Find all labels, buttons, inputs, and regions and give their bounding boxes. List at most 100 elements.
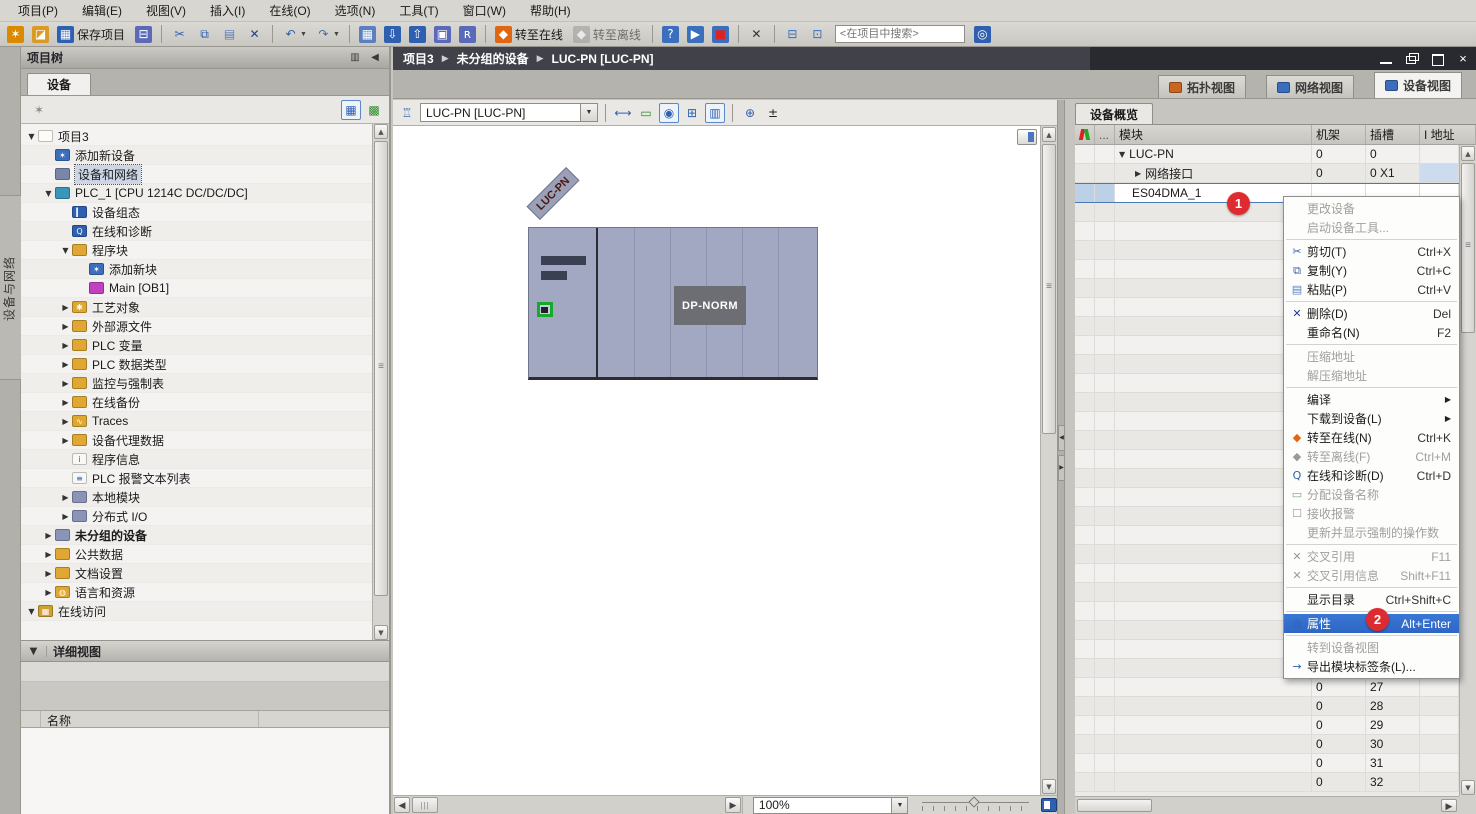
hscroll-thumb[interactable] [1077, 799, 1152, 812]
expander-closed-icon[interactable]: ▶ [59, 512, 72, 521]
tree-item-设备和网络[interactable]: 设备和网络 [21, 165, 389, 184]
menu-item-rename[interactable]: 重命名(N)F2 [1284, 323, 1459, 342]
go-offline-button[interactable]: ◆转至离线 [570, 24, 646, 45]
tree-item-本地模块[interactable]: ▶本地模块 [21, 488, 389, 507]
expander-open-icon[interactable]: ▼ [1119, 150, 1125, 159]
device-name-tag[interactable]: LUC-PN [526, 167, 579, 220]
expander-open-icon[interactable]: ▼ [25, 607, 38, 616]
go-online-button[interactable]: ◆转至在线 [492, 24, 568, 45]
menu-item-paste[interactable]: ▤粘贴(P)Ctrl+V [1284, 280, 1459, 299]
module-column-header[interactable]: 模块 [1115, 125, 1312, 144]
search-input[interactable] [835, 25, 965, 43]
menu-item-export-module-labels[interactable]: →导出模块标签条(L)... [1284, 657, 1459, 676]
chevron-down-icon[interactable]: ▼ [333, 31, 340, 38]
slot-column-header[interactable]: 插槽 [1366, 125, 1420, 144]
menu-help[interactable]: 帮助(H) [518, 0, 583, 21]
tree-item-Main [OB1][interactable]: Main [OB1] [21, 279, 389, 298]
module-cell[interactable] [1115, 678, 1312, 696]
tree-item-工艺对象[interactable]: ▶✱工艺对象 [21, 298, 389, 317]
restore-button[interactable] [1404, 53, 1420, 65]
module-cell[interactable] [1115, 716, 1312, 734]
zoom-combo[interactable]: 100% ▼ [753, 797, 909, 814]
detail-view-header[interactable]: ▼ 详细视图 [21, 640, 389, 662]
expander-closed-icon[interactable]: ▶ [59, 360, 72, 369]
columns-icon[interactable]: ▥ [705, 103, 725, 123]
address-column-header[interactable]: I 地址 [1420, 125, 1476, 144]
tab-device-overview[interactable]: 设备概览 [1075, 103, 1153, 124]
tree-item-分布式 I/O[interactable]: ▶分布式 I/O [21, 507, 389, 526]
expander-closed-icon[interactable]: ▶ [42, 588, 55, 597]
expander-closed-icon[interactable]: ▶ [1135, 169, 1141, 178]
download-button[interactable]: ⇩ [381, 24, 404, 45]
scroll-up-icon[interactable]: ▲ [1042, 127, 1056, 142]
expander-closed-icon[interactable]: ▶ [59, 303, 72, 312]
redo-button[interactable]: ↷▼ [312, 24, 343, 45]
table-row[interactable]: 029 [1075, 716, 1459, 735]
split-vertical-button[interactable]: ⊡ [806, 24, 829, 45]
tree-item-Traces[interactable]: ▶∿Traces [21, 412, 389, 431]
print-button[interactable]: ⊟ [132, 24, 155, 45]
menu-item-delete[interactable]: ✕删除(D)Del [1284, 304, 1459, 323]
new-project-button[interactable]: ✶ [4, 24, 27, 45]
module-cell[interactable] [1115, 754, 1312, 772]
tree-item-项目3[interactable]: ▼项目3 [21, 127, 389, 146]
chevron-down-icon[interactable]: ▼ [300, 31, 307, 38]
scroll-down-icon[interactable]: ▼ [1042, 779, 1056, 794]
add-new-device-icon[interactable]: ✶ [29, 100, 49, 120]
module-cell[interactable]: ▼LUC-PN [1115, 145, 1312, 163]
tree-item-在线和诊断[interactable]: Q在线和诊断 [21, 222, 389, 241]
table-row[interactable]: 031 [1075, 754, 1459, 773]
find-in-project-button[interactable]: ◎ [971, 24, 994, 45]
start-simulation-button[interactable]: ▶ [684, 24, 707, 45]
menu-item-go-online[interactable]: ◆转至在线(N)Ctrl+K [1284, 428, 1459, 447]
chevron-down-icon[interactable]: ▼ [21, 646, 47, 657]
tab-topology-view[interactable]: 拓扑视图 [1158, 75, 1246, 98]
menu-online[interactable]: 在线(O) [257, 0, 322, 21]
expander-closed-icon[interactable]: ▶ [59, 493, 72, 502]
zoom-in-icon[interactable]: ⊕ [740, 103, 760, 123]
scroll-up-icon[interactable]: ▲ [1461, 146, 1475, 161]
zoom-levels-icon[interactable]: ± [763, 103, 783, 123]
table-row[interactable]: 027 [1075, 678, 1459, 697]
fit-to-view-icon[interactable] [1041, 798, 1057, 812]
tree-item-程序信息[interactable]: i程序信息 [21, 450, 389, 469]
grid-icon[interactable]: ⊞ [682, 103, 702, 123]
menu-window[interactable]: 窗口(W) [451, 0, 518, 21]
rack-column-header[interactable]: 机架 [1312, 125, 1366, 144]
overview-vertical-scrollbar[interactable]: ▲ ▼ [1459, 145, 1476, 796]
scroll-down-icon[interactable]: ▼ [1461, 780, 1475, 795]
canvas-vertical-scrollbar[interactable]: ▲ ▼ [1040, 126, 1057, 795]
module-status-column-header[interactable] [1075, 125, 1095, 144]
split-editor-icon[interactable] [1017, 129, 1037, 145]
split-horizontal-button[interactable]: ⊟ [781, 24, 804, 45]
menu-item-copy[interactable]: ⧉复制(Y)Ctrl+C [1284, 261, 1459, 280]
diagnostics-button[interactable]: ? [659, 24, 682, 45]
compile-button[interactable]: ▦ [356, 24, 379, 45]
disconnect-button[interactable]: ✕ [745, 24, 768, 45]
module-cell[interactable] [1115, 697, 1312, 715]
tree-item-PLC_1 [CPU 1214C DC/DC/DC][interactable]: ▼PLC_1 [CPU 1214C DC/DC/DC] [21, 184, 389, 203]
tree-vertical-scrollbar[interactable]: ▲ ▼ [372, 124, 389, 640]
canvas-scroll-thumb[interactable] [1042, 144, 1056, 434]
expander-open-icon[interactable]: ▼ [25, 132, 38, 141]
tree-item-PLC 变量[interactable]: ▶PLC 变量 [21, 336, 389, 355]
expander-closed-icon[interactable]: ▶ [59, 341, 72, 350]
measure-icon[interactable]: ⟷ [613, 103, 633, 123]
table-row[interactable]: 030 [1075, 735, 1459, 754]
menu-item-compile[interactable]: 编译▶ [1284, 390, 1459, 409]
scroll-right-icon[interactable]: ▶ [1441, 799, 1457, 812]
menu-item-show-catalog[interactable]: 显示目录Ctrl+Shift+C [1284, 590, 1459, 609]
scroll-left-icon[interactable]: ◀ [394, 797, 410, 813]
export-list-icon[interactable]: ▩ [364, 100, 384, 120]
save-project-button[interactable]: ▦保存项目 [54, 24, 130, 45]
expander-open-icon[interactable]: ▼ [59, 246, 72, 255]
menu-edit[interactable]: 编辑(E) [70, 0, 134, 21]
assign-name-icon[interactable]: ▭ [636, 103, 656, 123]
module-cell[interactable]: ▶网络接口 [1115, 164, 1312, 182]
devices-networks-rail-tab[interactable]: 设备与网络 [0, 195, 21, 380]
scroll-right-icon[interactable]: ▶ [725, 797, 741, 813]
start-cpu-button[interactable]: ▣ [431, 24, 454, 45]
module-cell[interactable] [1115, 773, 1312, 791]
tree-item-程序块[interactable]: ▼程序块 [21, 241, 389, 260]
collapse-panel-icon[interactable]: ◀ [367, 51, 383, 65]
